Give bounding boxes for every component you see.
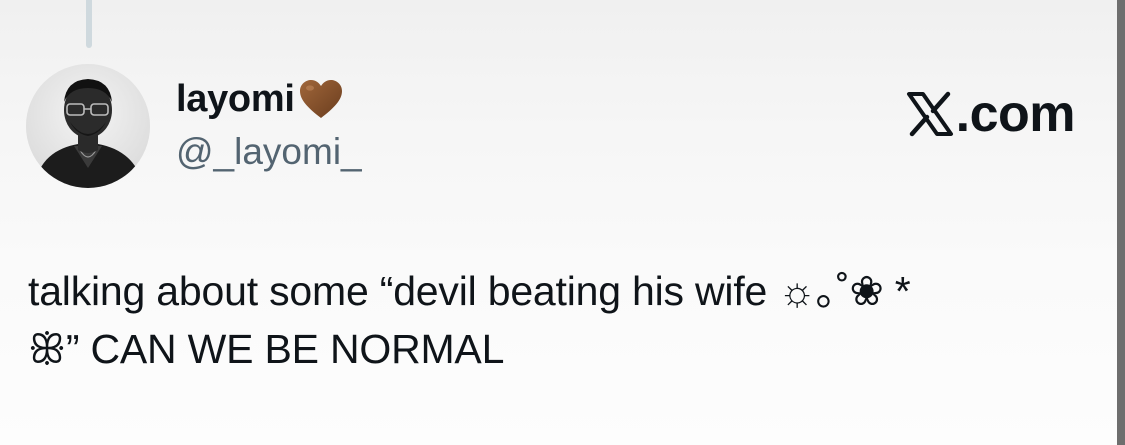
xcom-watermark: .com bbox=[906, 84, 1076, 144]
brown-heart-icon bbox=[298, 78, 344, 120]
user-info: layomi @_layomi_ bbox=[176, 74, 362, 174]
tweet-text: talking about some “devil beating his wi… bbox=[28, 262, 1088, 378]
avatar-photo bbox=[26, 64, 150, 188]
display-name[interactable]: layomi bbox=[176, 74, 295, 124]
tweet-text-line-2: ꕥ” CAN WE BE NORMAL bbox=[28, 326, 505, 372]
thread-connector-line bbox=[86, 0, 92, 48]
tweet-text-line-1: talking about some “devil beating his wi… bbox=[28, 268, 911, 314]
right-edge-bar bbox=[1117, 0, 1125, 445]
avatar[interactable] bbox=[26, 64, 150, 188]
user-handle[interactable]: @_layomi_ bbox=[176, 130, 362, 174]
watermark-label: .com bbox=[955, 85, 1076, 143]
name-row: layomi bbox=[176, 74, 362, 124]
x-logo-icon bbox=[906, 90, 954, 138]
